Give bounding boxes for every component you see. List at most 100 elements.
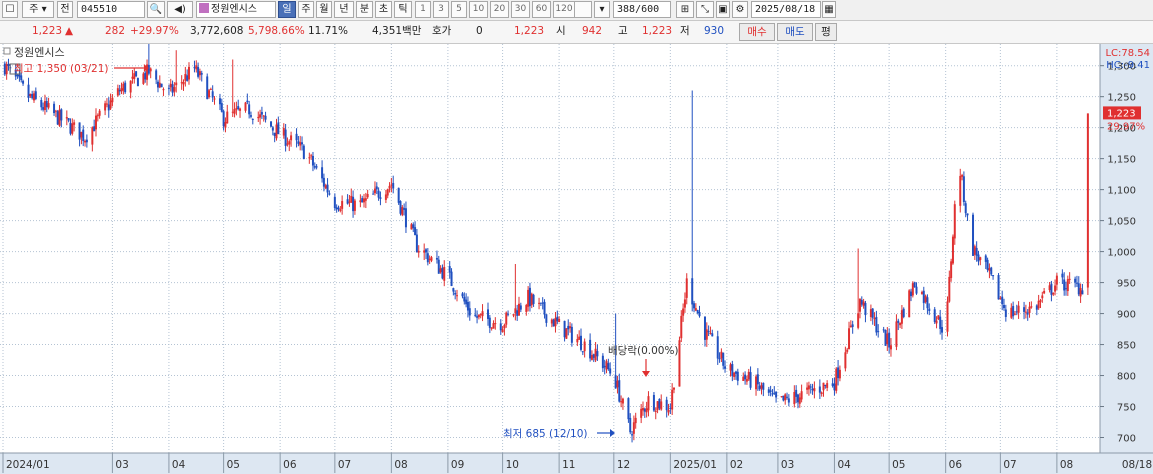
x-tick-label: 11 [562, 459, 575, 471]
interval-button-60[interactable]: 60 [532, 1, 551, 18]
candle-body [326, 184, 329, 193]
candle-body [42, 107, 45, 110]
date-input[interactable]: 2025/08/18 [751, 1, 821, 18]
candle-body [144, 72, 147, 80]
candle-body [27, 84, 30, 98]
quote-change-pct: +29.97% [130, 25, 179, 37]
x-tick-label: 08 [394, 459, 407, 471]
code-input[interactable]: 045510 [77, 1, 145, 18]
candle-body [142, 73, 145, 84]
tab-period-6[interactable]: 틱 [394, 1, 412, 18]
gear-icon[interactable]: ⚙ [732, 1, 748, 18]
candle-body [417, 250, 420, 253]
candle-body [404, 208, 407, 228]
candle-body [678, 340, 681, 387]
speaker-icon[interactable]: ◀) [167, 1, 193, 18]
candle-body [34, 91, 37, 99]
candle-body [877, 331, 880, 333]
interval-button-1[interactable]: 1 [415, 1, 431, 18]
candle-body [1063, 279, 1066, 291]
candle-body [672, 387, 675, 390]
interval-button-20[interactable]: 20 [490, 1, 509, 18]
calendar-icon[interactable]: ▦ [822, 1, 836, 18]
tab-period-0[interactable]: 일 [278, 1, 296, 18]
candle-body [450, 271, 453, 287]
candle-body [711, 333, 714, 337]
candle-body [386, 189, 389, 196]
type-select[interactable]: 주 ▾ [22, 1, 54, 18]
candle-body [94, 115, 97, 130]
candle-body [669, 407, 672, 409]
candle-body [184, 74, 187, 81]
candle-body [833, 383, 836, 391]
interval-button-120[interactable]: 120 [553, 1, 575, 18]
candle-body [341, 201, 344, 209]
avg-button[interactable]: 평 [815, 23, 837, 41]
candle-body [718, 358, 721, 360]
candle-body [435, 258, 438, 260]
interval-button-10[interactable]: 10 [469, 1, 488, 18]
candle-body [84, 141, 87, 143]
x-tick-label: 08/18 [1122, 459, 1152, 471]
candle-body [647, 396, 650, 411]
quote-change: 282 [105, 25, 126, 37]
candle-body [860, 299, 863, 305]
y-tick-label: 1,050 [1107, 217, 1136, 228]
candle-body [206, 76, 209, 100]
candle-body [353, 200, 356, 211]
stock-name-field[interactable]: 정원엔시스 [196, 1, 276, 18]
candle-body [899, 322, 902, 326]
candle-body [335, 207, 338, 210]
candle-body [107, 104, 110, 111]
candle-body [698, 312, 701, 317]
candle-body [461, 293, 464, 297]
candle-body [264, 115, 267, 120]
tab-period-5[interactable]: 초 [375, 1, 392, 18]
candle-body [120, 88, 123, 92]
count-input[interactable]: 388/600 [613, 1, 671, 18]
candle-body [260, 112, 263, 115]
candle-body [270, 121, 273, 127]
tab-period-1[interactable]: 주 [298, 1, 314, 18]
candle-body [246, 100, 249, 103]
buy-button[interactable]: 매수 [739, 23, 775, 41]
candle-body [136, 78, 139, 87]
indicator-lc: LC:78.54 [1105, 48, 1150, 59]
candle-body [40, 99, 43, 108]
candle-body [1066, 279, 1069, 292]
candle-body [111, 97, 114, 103]
candle-body [98, 110, 101, 116]
candle-body [401, 207, 404, 216]
x-tick-label: 03 [115, 459, 128, 471]
candle-body [720, 351, 723, 359]
interval-button-30[interactable]: 30 [511, 1, 530, 18]
save-icon[interactable]: ▣ [716, 1, 730, 18]
price-chart[interactable]: 700 750 800 850 900 950 1,000 1,050 1,100 1,150 1,… [0, 44, 1153, 474]
interval-custom[interactable] [572, 1, 592, 18]
candle-body [641, 408, 644, 411]
candle-body [773, 392, 776, 394]
candle-body [767, 389, 770, 393]
search-icon[interactable]: 🔍 [147, 1, 165, 18]
x-tick-label: 04 [837, 459, 851, 471]
jeon-button[interactable]: 전 [57, 1, 73, 18]
candle-body [992, 275, 995, 277]
candle-body [514, 308, 517, 314]
candle-body [58, 109, 61, 126]
candle-body [54, 110, 57, 112]
candle-body [494, 323, 497, 325]
sell-button[interactable]: 매도 [777, 23, 813, 41]
candle-body [488, 317, 491, 328]
tab-period-2[interactable]: 월 [316, 1, 332, 18]
interval-dropdown[interactable]: ▾ [594, 1, 610, 18]
candle-body [392, 182, 395, 189]
tab-period-4[interactable]: 분 [356, 1, 373, 18]
window-menu-icon[interactable]: ☐ [2, 1, 18, 18]
interval-button-5[interactable]: 5 [451, 1, 467, 18]
candle-body [158, 82, 161, 88]
draw-tool-icon[interactable]: ⤡ [696, 1, 714, 18]
candle-body [78, 122, 81, 140]
interval-button-3[interactable]: 3 [433, 1, 449, 18]
candle-icon[interactable]: ⊞ [676, 1, 694, 18]
tab-period-3[interactable]: 년 [334, 1, 354, 18]
